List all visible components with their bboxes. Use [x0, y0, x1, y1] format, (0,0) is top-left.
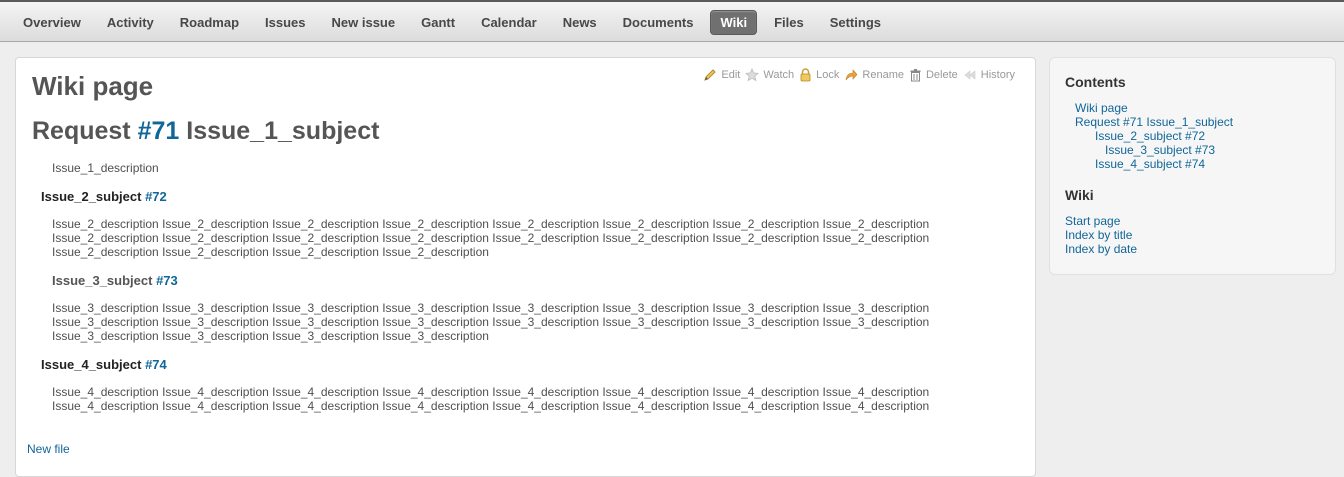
- tab-news[interactable]: News: [554, 11, 606, 34]
- sidebar: Contents Wiki page Request #71 Issue_1_s…: [1049, 57, 1336, 275]
- toc-item-issue-4[interactable]: Issue_4_subject #74: [1095, 157, 1205, 171]
- tab-overview[interactable]: Overview: [14, 11, 90, 34]
- heading-issue-2: Issue_2_subject #72: [41, 189, 167, 204]
- history-arrows-icon: [964, 70, 976, 80]
- contents-heading: Contents: [1065, 74, 1126, 90]
- tab-new-issue[interactable]: New issue: [323, 11, 405, 34]
- tab-settings[interactable]: Settings: [821, 11, 890, 34]
- toc-item-issue-3[interactable]: Issue_3_subject #73: [1105, 143, 1215, 157]
- rename-arrow-icon: [846, 69, 858, 81]
- watch-link[interactable]: Watch: [745, 68, 794, 82]
- wiki-heading: Wiki: [1065, 187, 1094, 203]
- history-label: History: [980, 69, 1015, 81]
- issue-1-description: Issue_1_description: [52, 161, 159, 175]
- watch-label: Watch: [763, 69, 795, 81]
- rename-label: Rename: [862, 69, 904, 81]
- lock-label: Lock: [816, 69, 840, 81]
- lock-icon: [800, 68, 811, 82]
- start-page-link[interactable]: Start page: [1065, 214, 1120, 228]
- lock-link[interactable]: Lock: [799, 68, 839, 82]
- tab-issues[interactable]: Issues: [256, 11, 314, 34]
- description-line: Issue_3_description Issue_3_description …: [52, 315, 930, 329]
- description-line: Issue_2_description Issue_2_description …: [52, 231, 930, 245]
- issue-2-subject: Issue_2_subject: [41, 189, 146, 204]
- main-menu: Overview Activity Roadmap Issues New iss…: [0, 0, 1344, 42]
- issue-71-link[interactable]: #71: [138, 117, 180, 145]
- contextual-actions: Edit Watch Lock Rename Delete History: [698, 68, 1015, 82]
- page-title: Wiki page: [32, 71, 154, 101]
- history-link[interactable]: History: [963, 68, 1015, 82]
- description-line: Issue_2_description Issue_2_description …: [52, 245, 489, 259]
- toc-item-request-71[interactable]: Request #71 Issue_1_subject: [1075, 115, 1233, 129]
- tab-activity[interactable]: Activity: [98, 11, 163, 34]
- delete-link[interactable]: Delete: [909, 68, 958, 82]
- edit-link[interactable]: Edit: [703, 68, 740, 82]
- issue-4-description: Issue_4_description Issue_4_description …: [52, 385, 962, 413]
- issue-3-subject: Issue_3_subject: [52, 273, 157, 288]
- rename-link[interactable]: Rename: [844, 68, 904, 82]
- description-line: Issue_4_description Issue_4_description …: [52, 399, 930, 413]
- heading-issue-3: Issue_3_subject #73: [52, 273, 178, 288]
- index-by-title-link[interactable]: Index by title: [1065, 228, 1132, 242]
- description-line: Issue_3_description Issue_3_description …: [52, 301, 930, 315]
- index-by-date-link[interactable]: Index by date: [1065, 242, 1137, 256]
- new-file-link[interactable]: New file: [27, 442, 70, 456]
- issue-3-description: Issue_3_description Issue_3_description …: [52, 301, 962, 343]
- toc-item-issue-2[interactable]: Issue_2_subject #72: [1095, 129, 1205, 143]
- issue-73-link[interactable]: #73: [156, 273, 178, 288]
- wiki-heading-request: Request #71 Issue_1_subject: [32, 117, 379, 146]
- wiki-content: Edit Watch Lock Rename Delete History Wi…: [15, 57, 1036, 477]
- issue-2-description: Issue_2_description Issue_2_description …: [52, 217, 962, 259]
- toc-item-wiki-page[interactable]: Wiki page: [1075, 101, 1128, 115]
- edit-label: Edit: [721, 69, 741, 81]
- issue-72-link[interactable]: #72: [145, 189, 167, 204]
- tab-roadmap[interactable]: Roadmap: [171, 11, 248, 34]
- heading-issue-4: Issue_4_subject #74: [41, 357, 167, 372]
- heading-subject: Issue_1_subject: [179, 117, 380, 145]
- heading-prefix: Request: [32, 117, 138, 145]
- description-line: Issue_4_description Issue_4_description …: [52, 385, 930, 399]
- delete-label: Delete: [925, 69, 958, 81]
- description-line: Issue_2_description Issue_2_description …: [52, 217, 930, 231]
- tab-documents[interactable]: Documents: [614, 11, 703, 34]
- tab-list: Overview Activity Roadmap Issues New iss…: [0, 2, 1344, 42]
- tab-gantt[interactable]: Gantt: [412, 11, 464, 34]
- tab-calendar[interactable]: Calendar: [472, 11, 546, 34]
- description-line: Issue_3_description Issue_3_description …: [52, 329, 489, 343]
- issue-74-link[interactable]: #74: [145, 357, 167, 372]
- issue-4-subject: Issue_4_subject: [41, 357, 146, 372]
- tab-files[interactable]: Files: [765, 11, 813, 34]
- star-icon: [745, 68, 760, 82]
- pencil-icon: [704, 69, 717, 81]
- trash-icon: [910, 69, 921, 82]
- tab-wiki[interactable]: Wiki: [710, 9, 758, 35]
